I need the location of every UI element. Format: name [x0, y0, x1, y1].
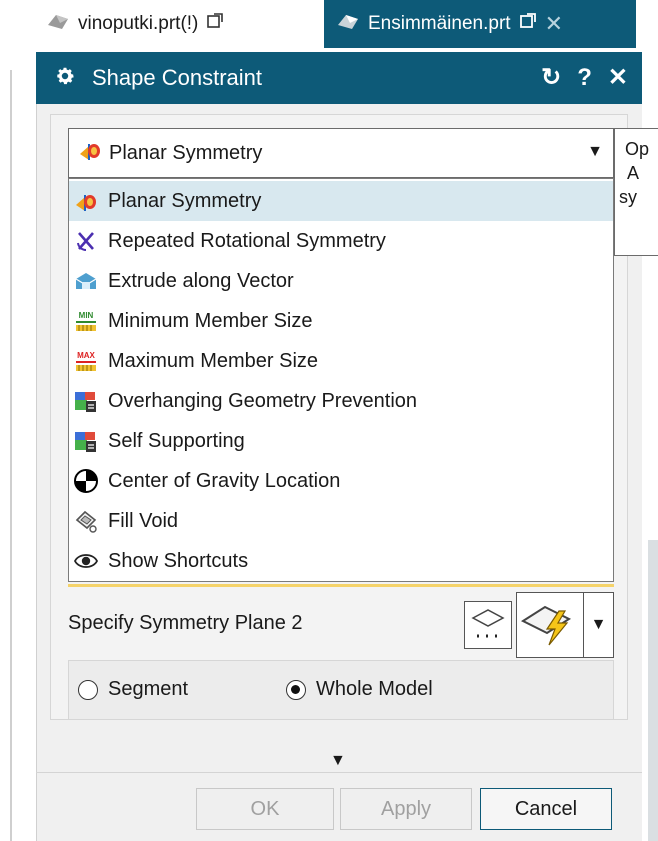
- min-member-size-icon: MIN: [73, 308, 99, 334]
- extrude-icon: [73, 268, 99, 294]
- radio-circle: [286, 679, 306, 700]
- option-extrude-along-vector[interactable]: Extrude along Vector: [69, 261, 613, 301]
- inferred-plane-button[interactable]: [516, 592, 584, 658]
- constraint-type-dropdown: Planar Symmetry Repeated Rotational Symm…: [68, 178, 614, 582]
- reset-icon[interactable]: ↻: [541, 66, 561, 90]
- overhang-prevention-icon: [73, 388, 99, 414]
- plane-options-dropdown[interactable]: ▼: [584, 592, 614, 658]
- selected-type-label: Planar Symmetry: [109, 141, 263, 164]
- option-overhanging-geometry-prevention[interactable]: Overhanging Geometry Prevention: [69, 381, 613, 421]
- part-file-icon: [46, 11, 70, 37]
- tab-label: Ensimmäinen.prt: [368, 13, 511, 34]
- part-file-icon: [336, 11, 360, 37]
- option-repeated-rotational-symmetry[interactable]: Repeated Rotational Symmetry: [69, 221, 613, 261]
- option-label: Planar Symmetry: [108, 189, 262, 212]
- whole-model-radio[interactable]: Whole Model: [286, 678, 433, 701]
- option-label: Repeated Rotational Symmetry: [108, 229, 386, 252]
- option-fill-void[interactable]: Fill Void: [69, 501, 613, 541]
- option-label: Maximum Member Size: [108, 349, 319, 372]
- ok-button[interactable]: OK: [196, 788, 334, 830]
- gear-icon: [54, 65, 76, 92]
- expand-more-icon[interactable]: ▼: [330, 752, 346, 770]
- option-label: Overhanging Geometry Prevention: [108, 389, 418, 412]
- close-tab-icon[interactable]: ✕: [545, 11, 563, 37]
- popout-icon[interactable]: [206, 12, 224, 36]
- plane-label: Specify Symmetry Plane 2: [68, 612, 303, 634]
- dialog-title-bar: Shape Constraint ↻ ? ✕: [36, 52, 642, 104]
- tooltip-line: sy: [619, 187, 637, 207]
- chevron-down-icon: ▼: [590, 616, 607, 633]
- constraint-type-select[interactable]: Planar Symmetry ▼: [68, 128, 614, 178]
- option-center-of-gravity-location[interactable]: Center of Gravity Location: [69, 461, 613, 501]
- tooltip-line: A: [627, 163, 640, 183]
- option-label: Fill Void: [108, 509, 179, 532]
- option-maximum-member-size[interactable]: MAX Maximum Member Size: [69, 341, 613, 381]
- option-label: Center of Gravity Location: [108, 469, 341, 492]
- option-minimum-member-size[interactable]: MIN Minimum Member Size: [69, 301, 613, 341]
- active-step-indicator: [68, 584, 614, 587]
- self-supporting-icon: [73, 428, 99, 454]
- chevron-down-icon: ▼: [587, 143, 603, 160]
- eye-icon: [73, 548, 99, 574]
- max-member-size-icon: MAX: [73, 348, 99, 374]
- inferred-plane-icon: [517, 605, 583, 661]
- center-of-gravity-icon: [73, 468, 99, 494]
- tab-vinoputki[interactable]: vinoputki.prt(!): [46, 0, 324, 48]
- rotational-symmetry-icon: [73, 228, 99, 254]
- radio-label: Whole Model: [316, 678, 433, 700]
- graphics-window-edge: [648, 540, 658, 841]
- svg-text:MIN: MIN: [79, 311, 94, 320]
- tab-label: vinoputki.prt(!): [78, 13, 199, 34]
- segment-radio[interactable]: Segment: [78, 678, 188, 701]
- option-show-shortcuts[interactable]: Show Shortcuts: [69, 541, 613, 581]
- option-label: Extrude along Vector: [108, 269, 294, 292]
- option-planar-symmetry[interactable]: Planar Symmetry: [69, 181, 613, 221]
- planar-symmetry-icon: [77, 138, 103, 168]
- radio-circle: [78, 679, 98, 700]
- option-label: Minimum Member Size: [108, 309, 313, 332]
- tab-bar-spacer: [636, 0, 658, 48]
- option-label: Self Supporting: [108, 429, 245, 452]
- apply-button[interactable]: Apply: [340, 788, 472, 830]
- radio-label: Segment: [108, 678, 189, 700]
- option-label: Show Shortcuts: [108, 549, 249, 572]
- svg-text:MAX: MAX: [77, 351, 95, 360]
- divider: [36, 772, 642, 773]
- help-icon[interactable]: ?: [577, 66, 592, 90]
- dialog-title: Shape Constraint: [92, 65, 262, 90]
- plane-dialog-button[interactable]: [464, 601, 512, 649]
- tab-ensimmainen[interactable]: Ensimmäinen.prt ✕: [324, 0, 636, 48]
- tooltip-line: Op: [625, 139, 650, 159]
- tooltip: Op A sy: [614, 128, 658, 256]
- panel-divider: [10, 70, 12, 841]
- planar-symmetry-icon: [73, 188, 99, 214]
- close-icon[interactable]: ✕: [608, 66, 628, 90]
- title-bar-actions: ↻ ? ✕: [541, 52, 628, 104]
- option-self-supporting[interactable]: Self Supporting: [69, 421, 613, 461]
- fill-void-icon: [73, 508, 99, 534]
- plane-icon: [465, 609, 511, 652]
- cancel-button[interactable]: Cancel: [480, 788, 612, 830]
- popout-icon[interactable]: [519, 12, 537, 36]
